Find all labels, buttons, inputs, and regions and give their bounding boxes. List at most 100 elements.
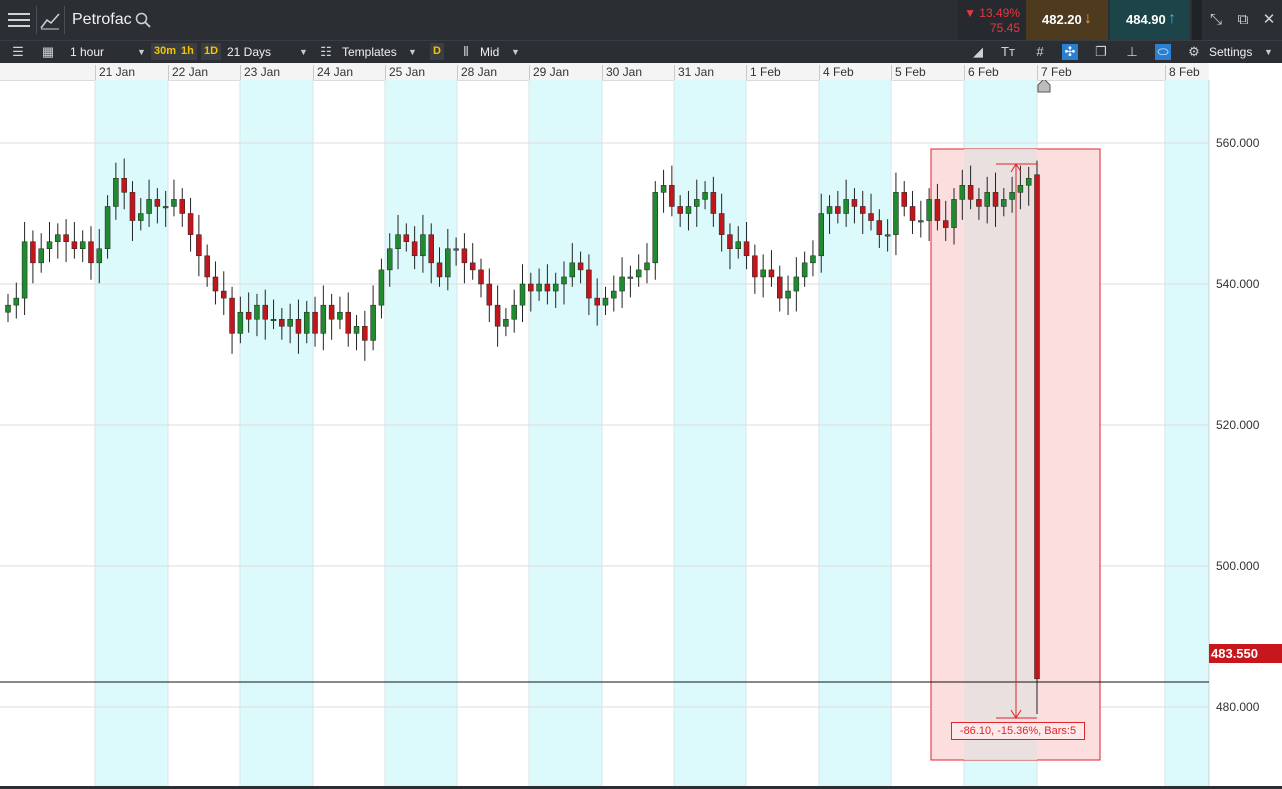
candle-body [1009, 192, 1015, 200]
date-tick-label: 1 Feb [746, 65, 781, 80]
candle-body [959, 185, 966, 200]
candle-body [826, 206, 833, 214]
candle-body [187, 213, 194, 235]
price-type-select[interactable]: Mid [480, 41, 499, 63]
candle-body [154, 199, 161, 207]
candle-body [104, 206, 111, 249]
layout-icon[interactable]: ▦ [40, 44, 56, 60]
candle-body [544, 283, 551, 292]
candle-body [179, 199, 186, 214]
candle-body [453, 248, 459, 251]
session-shading [674, 80, 746, 786]
candle-body [229, 297, 235, 334]
candle-body [934, 199, 941, 221]
gear-icon[interactable]: ⚙ [1186, 44, 1202, 60]
chevron-down-icon[interactable]: ▼ [137, 41, 146, 63]
candle-body [345, 311, 351, 334]
candle-body [777, 276, 783, 299]
time-marker-handle [1037, 80, 1051, 93]
grid-icon[interactable]: # [1032, 44, 1048, 60]
candle-body [63, 234, 69, 242]
settings-button[interactable]: Settings [1209, 41, 1252, 63]
candle-body [926, 199, 932, 221]
chevron-down-icon[interactable]: ▼ [299, 41, 308, 63]
candle-body [528, 283, 534, 292]
chart-type-icon[interactable] [38, 8, 62, 32]
instrument-name[interactable]: Petrofac [72, 11, 132, 29]
candle-body [710, 192, 717, 214]
candle-body [378, 269, 385, 306]
candle-body [519, 283, 526, 306]
candle-body [245, 311, 252, 320]
price-tick-label: 520.000 [1216, 418, 1260, 432]
candle-body [486, 283, 493, 306]
candle-body [337, 311, 343, 320]
candle-body [859, 206, 866, 214]
candle-body [735, 241, 742, 249]
range-select[interactable]: 21 Days [227, 41, 271, 63]
minimize-icon[interactable]: ⤡ [1206, 10, 1226, 30]
popout-icon[interactable]: ⧉ [1233, 10, 1253, 30]
interval-30m[interactable]: 30m [151, 43, 180, 60]
text-size-icon[interactable]: Tт [1000, 44, 1016, 60]
search-icon[interactable] [134, 11, 152, 29]
draw-line-icon[interactable]: ◢ [970, 44, 986, 60]
candle-body [893, 192, 899, 235]
hamburger-menu-icon[interactable] [8, 10, 30, 30]
candle-body [129, 192, 136, 221]
interval-select[interactable]: 1 hour [70, 41, 104, 63]
copy-icon[interactable]: ❐ [1093, 44, 1109, 60]
candle-body [370, 304, 376, 341]
chevron-down-icon[interactable]: ▼ [408, 41, 417, 63]
candle-body [768, 269, 775, 278]
measure-tool-icon[interactable]: ⬭ [1155, 44, 1171, 60]
sell-price: 482.20 [1042, 12, 1082, 27]
change-absolute: 75.45 [989, 21, 1020, 35]
candle-body [951, 199, 957, 228]
candle-body [976, 199, 982, 207]
candle-body [1025, 178, 1032, 186]
buy-price: 484.90 [1126, 12, 1166, 27]
drag-handle[interactable] [1192, 0, 1202, 40]
candle-body [328, 304, 335, 320]
close-icon[interactable]: ✕ [1259, 10, 1279, 30]
candle-body [436, 262, 443, 278]
candle-body [237, 311, 244, 334]
candles-icon[interactable]: ⫴ [458, 44, 474, 60]
candle-body [221, 290, 227, 299]
indicator-icon[interactable]: ⊥ [1124, 44, 1140, 60]
buy-button[interactable]: 484.90 ↑ [1110, 0, 1190, 40]
candle-body [677, 206, 683, 214]
chevron-down-icon[interactable]: ▼ [511, 41, 520, 63]
candle-body [967, 185, 974, 200]
session-shading [1165, 80, 1209, 786]
candle-body [760, 269, 766, 278]
candle-body [411, 241, 418, 257]
sell-button[interactable]: 482.20 ↓ [1026, 0, 1108, 40]
candle-body [594, 297, 600, 306]
candle-body [146, 199, 152, 214]
chevron-down-icon[interactable]: ▼ [1264, 41, 1273, 63]
axis-corner [1209, 63, 1282, 80]
candle-body [55, 234, 61, 242]
candle-body [30, 241, 36, 264]
candle-body [702, 192, 708, 200]
candle-body [685, 206, 692, 214]
d-button[interactable]: D [430, 43, 444, 60]
candle-body [785, 290, 791, 299]
divider [36, 6, 37, 34]
date-tick-label: 21 Jan [95, 65, 135, 80]
templates-button[interactable]: Templates [342, 41, 397, 63]
candle-body [270, 319, 277, 321]
interval-1d[interactable]: 1D [201, 43, 222, 60]
candle-body [586, 269, 592, 299]
candlestick-chart[interactable]: 560.000 540.000 520.000 500.000 480.000 [0, 80, 1282, 786]
measurement-label: -86.10, -15.36%, Bars:5 [951, 722, 1085, 740]
candle-body [1001, 199, 1007, 207]
crosshair-icon[interactable]: ✣ [1062, 44, 1078, 60]
candle-body [511, 304, 517, 320]
templates-icon[interactable]: ☷ [318, 44, 334, 60]
candle-body [79, 241, 86, 249]
interval-1h[interactable]: 1h [178, 43, 197, 60]
list-icon[interactable]: ☰ [10, 44, 26, 60]
